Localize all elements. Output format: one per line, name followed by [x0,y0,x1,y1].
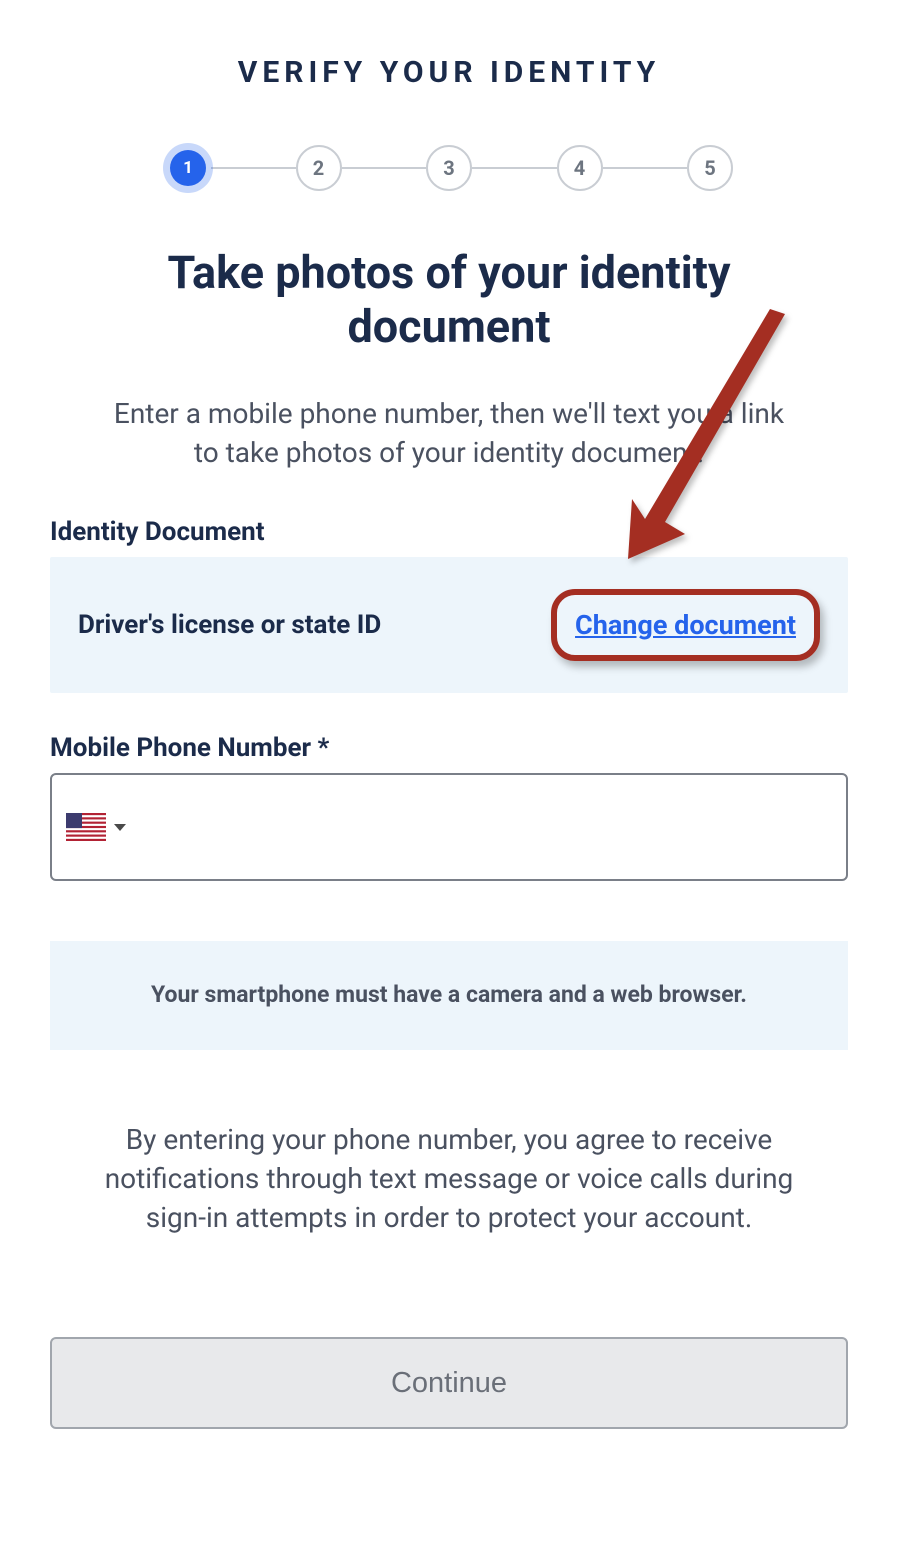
phone-number-label: Mobile Phone Number * [50,733,848,763]
section-heading: Take photos of your identity document [50,246,848,354]
step-1: 1 [170,150,206,186]
step-connector [211,167,296,169]
consent-disclaimer: By entering your phone number, you agree… [50,1120,848,1238]
phone-number-input[interactable] [140,775,832,879]
step-3: 3 [426,145,472,191]
continue-button[interactable]: Continue [50,1337,848,1429]
identity-document-label: Identity Document [50,517,848,547]
country-code-select[interactable] [66,813,126,841]
smartphone-requirement-info: Your smartphone must have a camera and a… [50,941,848,1049]
step-5: 5 [687,145,733,191]
page-title: VERIFY YOUR IDENTITY [50,55,848,90]
change-document-highlight: Change document [551,589,820,661]
progress-stepper: 1 2 3 4 5 [50,145,848,191]
change-document-link[interactable]: Change document [575,609,796,641]
step-connector [472,167,557,169]
identity-document-row: Driver's license or state ID Change docu… [50,557,848,693]
step-connector [342,167,427,169]
identity-document-value: Driver's license or state ID [78,610,381,640]
phone-input-wrapper[interactable] [50,773,848,881]
step-4: 4 [557,145,603,191]
us-flag-icon [66,813,106,841]
step-2: 2 [296,145,342,191]
step-connector [603,167,688,169]
chevron-down-icon [114,824,126,831]
section-subheading: Enter a mobile phone number, then we'll … [50,394,848,472]
